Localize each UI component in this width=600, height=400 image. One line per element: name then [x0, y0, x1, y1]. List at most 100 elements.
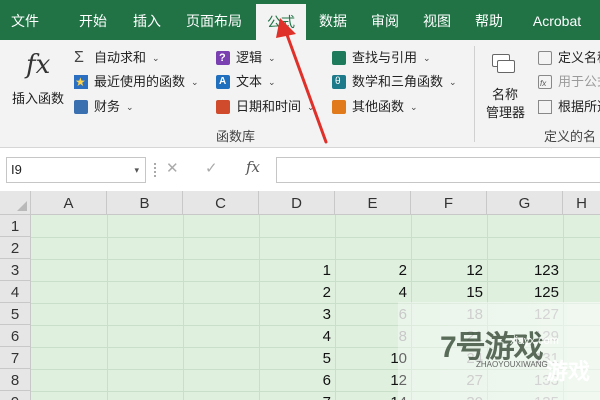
cell-D7[interactable]: 5: [259, 347, 335, 369]
row-header[interactable]: 5: [0, 303, 31, 325]
name-manager-button[interactable]: 名称 管理器: [482, 44, 534, 120]
text-button[interactable]: 文本 ⌄: [216, 72, 276, 92]
lookup-icon: [332, 51, 346, 65]
name-manager-label-2: 管理器: [486, 105, 526, 120]
cell-E3[interactable]: 2: [335, 259, 411, 281]
name-manager-icon: [492, 54, 518, 76]
gridline: [183, 215, 184, 400]
tab-acrobat[interactable]: Acrobat: [522, 0, 592, 40]
formula-input[interactable]: [276, 157, 600, 183]
tab-file[interactable]: 文件: [0, 0, 50, 40]
fx-icon: fx: [26, 50, 51, 80]
more-functions-icon: [332, 100, 346, 114]
create-from-selection-button[interactable]: 根据所选: [538, 97, 600, 117]
cell-D9[interactable]: 7: [259, 391, 335, 400]
use-in-formula-icon: [538, 74, 552, 94]
tab-page-layout[interactable]: 页面布局: [178, 0, 250, 40]
math-trig-button[interactable]: 数学和三角函数 ⌄: [332, 72, 457, 92]
check-icon[interactable]: ✓: [205, 159, 218, 177]
logical-icon: [216, 48, 230, 68]
cell-D6[interactable]: 4: [259, 325, 335, 347]
chevron-down-icon: ⌄: [268, 77, 276, 87]
chevron-down-icon: ⌄: [268, 53, 276, 63]
more-functions-label: 其他函数: [352, 99, 405, 114]
chevron-down-icon: ⌄: [191, 77, 199, 87]
group-divider: [474, 46, 475, 142]
cell-G4[interactable]: 125: [487, 281, 563, 303]
gridline: [31, 237, 600, 238]
function-library-group-label: 函数库: [216, 129, 256, 144]
cell-D4[interactable]: 2: [259, 281, 335, 303]
row-header[interactable]: 3: [0, 259, 31, 281]
tab-insert[interactable]: 插入: [122, 0, 172, 40]
logical-button[interactable]: 逻辑 ⌄: [216, 48, 276, 68]
cell-D8[interactable]: 6: [259, 369, 335, 391]
column-header[interactable]: D: [259, 191, 335, 215]
more-functions-button[interactable]: 其他函数 ⌄: [332, 97, 418, 117]
row-header[interactable]: 7: [0, 347, 31, 369]
cell-E4[interactable]: 4: [335, 281, 411, 303]
lookup-label: 查找与引用: [352, 50, 418, 65]
column-header[interactable]: B: [107, 191, 183, 215]
select-all-button[interactable]: [0, 191, 31, 215]
row-header[interactable]: 6: [0, 325, 31, 347]
row-header[interactable]: 8: [0, 369, 31, 391]
logical-label: 逻辑: [236, 50, 263, 65]
column-header[interactable]: F: [411, 191, 487, 215]
autosum-label: 自动求和: [94, 50, 147, 65]
tab-data[interactable]: 数据: [308, 0, 358, 40]
use-in-formula-label: 用于公式: [558, 74, 600, 89]
insert-function-button[interactable]: fx 插入函数: [6, 44, 68, 108]
row-header[interactable]: 4: [0, 281, 31, 303]
column-header[interactable]: G: [487, 191, 563, 215]
cell-D5[interactable]: 3: [259, 303, 335, 325]
financial-button[interactable]: 财务 ⌄: [74, 97, 134, 117]
cancel-icon[interactable]: ✕: [166, 159, 179, 177]
tab-help[interactable]: 帮助: [464, 0, 514, 40]
chevron-down-icon: ⌄: [410, 102, 418, 112]
name-box-value: I9: [11, 162, 22, 177]
row-header[interactable]: 1: [0, 215, 31, 237]
row-header[interactable]: 9: [0, 391, 31, 400]
column-header[interactable]: E: [335, 191, 411, 215]
excel-window: 文件 开始 插入 页面布局 公式 数据 审阅 视图 帮助 Acrobat fx …: [0, 0, 600, 400]
star-icon: [74, 72, 88, 92]
datetime-label: 日期和时间: [236, 99, 302, 114]
tab-view[interactable]: 视图: [412, 0, 462, 40]
row-header[interactable]: 2: [0, 237, 31, 259]
tab-formulas[interactable]: 公式: [256, 4, 306, 40]
cell-D3[interactable]: 1: [259, 259, 335, 281]
tab-home[interactable]: 开始: [68, 0, 118, 40]
autosum-button[interactable]: 自动求和 ⌄: [74, 48, 160, 68]
cell-G3[interactable]: 123: [487, 259, 563, 281]
use-in-formula-button[interactable]: 用于公式: [538, 72, 600, 94]
watermark-url: xiayx.com: [510, 335, 559, 347]
column-header[interactable]: H: [563, 191, 600, 215]
chevron-down-icon: ⌄: [307, 102, 315, 112]
chevron-down-icon: ⌄: [152, 53, 160, 63]
text-label: 文本: [236, 74, 263, 89]
recently-used-button[interactable]: 最近使用的函数 ⌄: [74, 72, 199, 92]
tab-review[interactable]: 审阅: [360, 0, 410, 40]
cell-F3[interactable]: 12: [411, 259, 487, 281]
watermark-pinyin: ZHAOYOUXIWANG: [476, 360, 548, 369]
tag-icon: [538, 51, 552, 65]
lookup-button[interactable]: 查找与引用 ⌄: [332, 48, 431, 68]
cell-F4[interactable]: 15: [411, 281, 487, 303]
create-from-selection-label: 根据所选: [558, 99, 600, 114]
column-header[interactable]: C: [183, 191, 259, 215]
name-box[interactable]: I9 ▾: [6, 157, 146, 183]
column-header[interactable]: A: [31, 191, 107, 215]
chevron-down-icon: ⌄: [126, 102, 134, 112]
define-name-button[interactable]: 定义名称: [538, 48, 600, 68]
math-icon: [332, 72, 346, 92]
insert-function-icon[interactable]: fx: [246, 158, 260, 176]
selection-icon: [538, 100, 552, 114]
formula-bar-grip[interactable]: [154, 163, 156, 177]
chevron-down-icon: ⌄: [423, 53, 431, 63]
recently-used-label: 最近使用的函数: [94, 74, 186, 89]
name-manager-label-1: 名称: [492, 87, 519, 102]
chevron-down-icon: ▾: [134, 165, 139, 175]
datetime-button[interactable]: 日期和时间 ⌄: [216, 97, 315, 117]
gridline: [107, 215, 108, 400]
